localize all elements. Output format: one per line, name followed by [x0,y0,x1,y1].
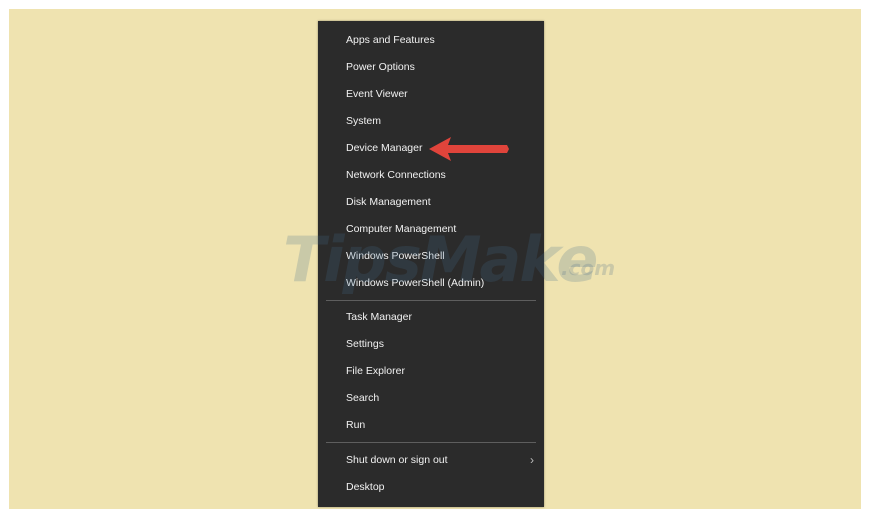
menu-item-windows-powershell-admin[interactable]: Windows PowerShell (Admin) [318,270,544,297]
menu-separator [326,442,536,443]
menu-item-computer-management[interactable]: Computer Management [318,216,544,243]
menu-item-power-options[interactable]: Power Options [318,54,544,81]
menu-item-apps-and-features[interactable]: Apps and Features [318,27,544,54]
menu-item-settings[interactable]: Settings [318,331,544,358]
menu-item-event-viewer[interactable]: Event Viewer [318,81,544,108]
chevron-right-icon: › [530,453,534,467]
winx-context-menu: Apps and Features Power Options Event Vi… [318,21,544,507]
menu-item-run[interactable]: Run [318,412,544,439]
menu-item-network-connections[interactable]: Network Connections [318,162,544,189]
menu-item-disk-management[interactable]: Disk Management [318,189,544,216]
menu-item-desktop[interactable]: Desktop [318,474,544,501]
menu-item-windows-powershell[interactable]: Windows PowerShell [318,243,544,270]
menu-item-system[interactable]: System [318,108,544,135]
left-arrow-icon [429,137,509,161]
menu-item-task-manager[interactable]: Task Manager [318,304,544,331]
menu-item-label: Shut down or sign out [346,454,448,466]
menu-item-search[interactable]: Search [318,385,544,412]
menu-item-shut-down-or-sign-out[interactable]: Shut down or sign out › [318,447,544,474]
menu-separator [326,300,536,301]
menu-item-file-explorer[interactable]: File Explorer [318,358,544,385]
